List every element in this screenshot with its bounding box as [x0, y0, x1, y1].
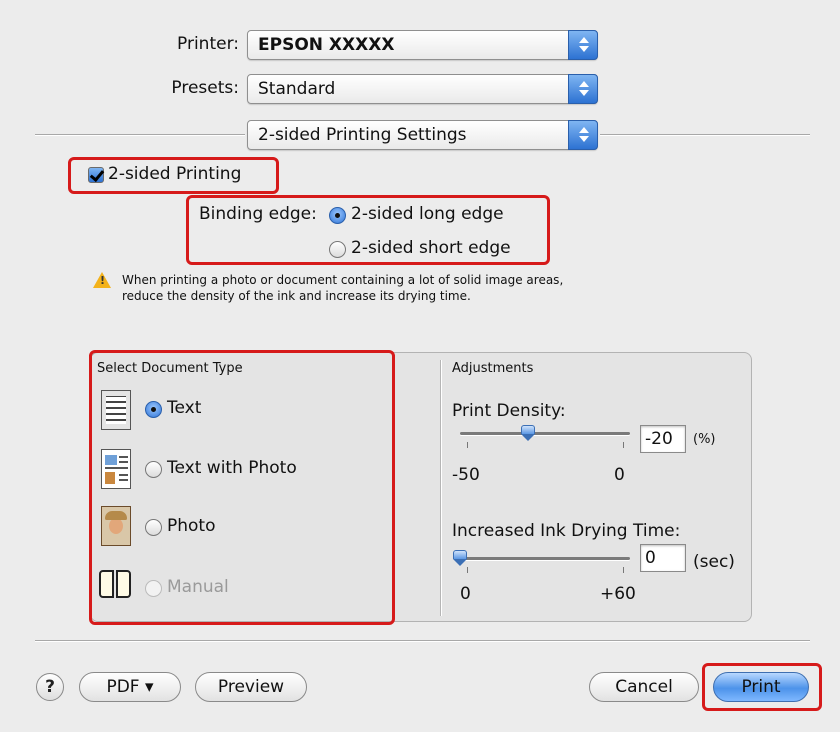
short-edge-label: 2-sided short edge	[351, 238, 511, 258]
print-density-slider-track[interactable]	[460, 432, 630, 435]
slider-tick	[467, 442, 468, 448]
doc-type-photo-radio[interactable]	[145, 519, 162, 536]
panel-value: 2-sided Printing Settings	[258, 125, 467, 145]
photo-document-icon	[101, 506, 131, 546]
long-edge-label: 2-sided long edge	[351, 204, 504, 224]
doc-type-text-photo-label: Text with Photo	[167, 458, 297, 478]
slider-tick	[623, 442, 624, 448]
print-density-unit: (%)	[693, 432, 716, 447]
slider-tick	[467, 567, 468, 573]
drying-time-slider-track[interactable]	[460, 557, 630, 560]
document-type-title: Select Document Type	[97, 361, 243, 376]
preview-button[interactable]: Preview	[195, 672, 307, 702]
print-button[interactable]: Print	[713, 672, 809, 702]
warning-icon	[93, 272, 111, 288]
short-edge-radio[interactable]	[329, 241, 346, 258]
doc-type-text-label: Text	[167, 398, 202, 418]
drying-time-unit: (sec)	[693, 552, 735, 572]
cancel-button[interactable]: Cancel	[589, 672, 699, 702]
pdf-menu-button[interactable]: PDF ▾	[79, 672, 181, 702]
long-edge-radio[interactable]	[329, 207, 346, 224]
print-density-min: -50	[452, 465, 480, 485]
group-separator	[440, 360, 441, 616]
popup-arrows-icon	[568, 120, 598, 150]
binding-edge-label: Binding edge:	[199, 204, 317, 224]
adjustments-title: Adjustments	[452, 361, 534, 376]
warning-text: When printing a photo or document contai…	[122, 272, 563, 304]
drying-time-slider-thumb[interactable]	[453, 550, 467, 566]
printer-popup[interactable]: EPSON XXXXX	[247, 30, 598, 60]
print-density-label: Print Density:	[452, 401, 566, 421]
divider	[35, 640, 810, 641]
highlight-box	[89, 350, 395, 625]
two-sided-checkbox[interactable]	[88, 167, 104, 183]
two-sided-label: 2-sided Printing	[108, 164, 242, 184]
doc-type-photo-label: Photo	[167, 516, 216, 536]
printer-label: Printer:	[177, 34, 239, 54]
warning-line-2: reduce the density of the ink and increa…	[122, 289, 471, 303]
text-document-icon	[101, 390, 131, 430]
print-density-max: 0	[614, 465, 625, 485]
text-photo-document-icon	[101, 449, 131, 489]
divider	[600, 134, 810, 135]
drying-time-min: 0	[460, 584, 471, 604]
manual-book-icon	[99, 568, 133, 602]
print-density-slider-thumb[interactable]	[521, 425, 535, 441]
popup-arrows-icon	[568, 30, 598, 60]
presets-popup[interactable]: Standard	[247, 74, 598, 104]
popup-arrows-icon	[568, 74, 598, 104]
drying-time-max: +60	[600, 584, 636, 604]
slider-tick	[623, 567, 624, 573]
presets-label: Presets:	[171, 78, 239, 98]
doc-type-manual-radio	[145, 580, 162, 597]
drying-time-label: Increased Ink Drying Time:	[452, 521, 681, 541]
doc-type-text-photo-radio[interactable]	[145, 461, 162, 478]
help-button[interactable]: ?	[36, 673, 64, 701]
drying-time-field[interactable]: 0	[640, 544, 686, 572]
presets-value: Standard	[258, 79, 336, 99]
warning-line-1: When printing a photo or document contai…	[122, 273, 564, 287]
panel-popup[interactable]: 2-sided Printing Settings	[247, 120, 598, 150]
doc-type-manual-label: Manual	[167, 577, 229, 597]
doc-type-text-radio[interactable]	[145, 401, 162, 418]
divider	[35, 134, 245, 135]
print-density-field[interactable]: -20	[640, 425, 686, 453]
printer-value: EPSON XXXXX	[258, 35, 395, 55]
